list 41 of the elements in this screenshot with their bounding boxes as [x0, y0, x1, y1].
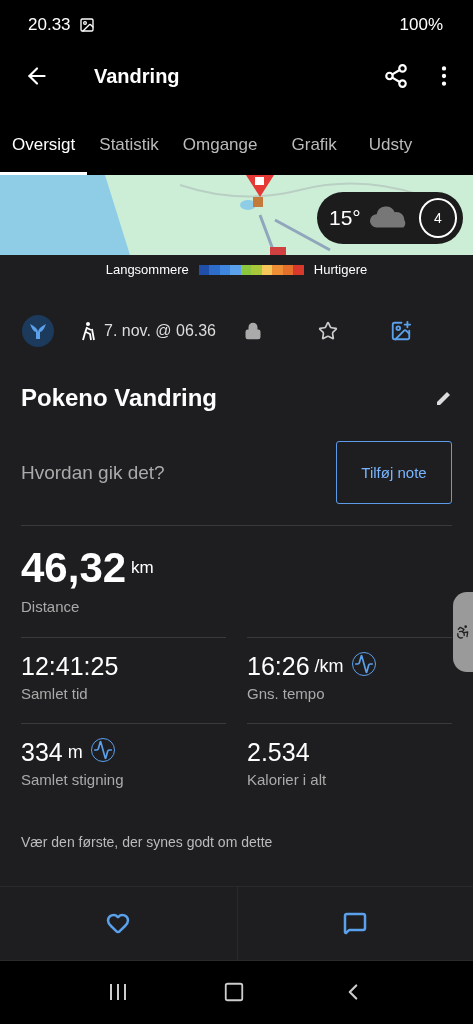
tab[interactable]: Udsty [356, 135, 425, 175]
stat-unit: /km [314, 656, 344, 678]
recents-icon[interactable] [107, 983, 128, 1002]
stat-label: Gns. tempo [247, 685, 326, 703]
stat-value: 2.534 [247, 738, 310, 768]
stat-label: Samlet stigning [21, 771, 125, 789]
activity-title: Pokeno Vandring [21, 383, 218, 412]
screen-title: Vandring [94, 64, 181, 88]
distance-unit: km [131, 558, 154, 579]
avatar[interactable] [22, 315, 54, 348]
tab[interactable]: Grafik [279, 135, 349, 175]
battery-level: 100% [399, 15, 443, 35]
lock-icon[interactable] [244, 322, 262, 341]
legend-label: Langsommere [105, 262, 189, 278]
accessibility-handle[interactable] [453, 592, 473, 672]
tab[interactable]: Statistik [87, 135, 171, 175]
stat-label: Samlet tid [21, 685, 89, 703]
star-icon[interactable] [318, 321, 338, 342]
image-icon [78, 17, 95, 33]
status-time: 20.33 [28, 15, 71, 35]
heart-icon [106, 911, 131, 936]
wind-speed: 4 [418, 198, 457, 238]
stat-unit: m [67, 742, 83, 764]
stat-value: 16:26 [247, 652, 310, 682]
activity-date: 7. nov. @ 06.36 [104, 322, 216, 341]
stat-value: 334 [21, 738, 63, 768]
temperature: 15° [329, 206, 361, 230]
add-photo-icon[interactable] [390, 320, 412, 343]
hiker-icon [80, 321, 96, 342]
stat-value: 12:41:25 [21, 652, 119, 682]
tab[interactable]: Omgange [170, 135, 270, 175]
legend-label: Hurtigere [313, 262, 368, 278]
likes-text: Vær den første, der synes godt om dette [21, 834, 274, 853]
note-prompt: Hvordan gik det? [21, 461, 165, 484]
distance-label: Distance [21, 598, 81, 616]
stat-label: Kalorier i alt [247, 771, 328, 789]
comment-icon [343, 911, 368, 936]
home-icon[interactable] [222, 981, 245, 1004]
share-icon[interactable] [383, 63, 409, 89]
distance-value: 46,32 [21, 544, 127, 593]
add-note-button[interactable]: Tilføj note [336, 441, 452, 505]
